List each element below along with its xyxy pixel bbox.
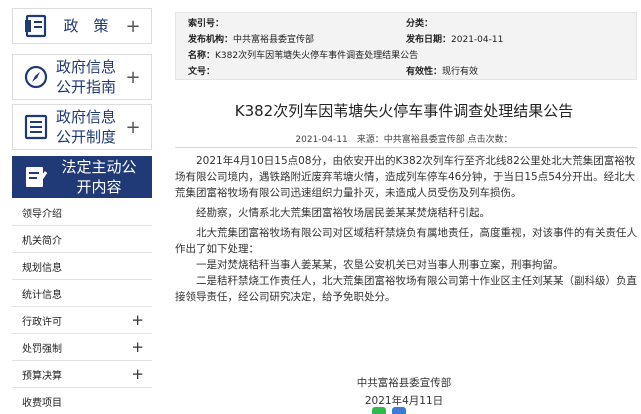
sidebar-subitem-budget[interactable]: 预算决算 + — [12, 361, 152, 388]
sidebar-item-mandatory-disclosure[interactable]: 法定主动公开内容 — [12, 156, 152, 198]
expand-plus-icon[interactable]: + — [131, 311, 144, 329]
expand-plus-icon[interactable]: + — [123, 16, 143, 37]
sidebar-subitem-label: 机关简介 — [22, 235, 62, 247]
article-body: 2021年4月10日15点08分，由依安开出的K382次列车行至齐北线82公里处… — [175, 153, 637, 305]
sidebar-item-system[interactable]: 政府信息公开制度 + — [12, 104, 152, 150]
sidebar-item-guide[interactable]: 政府信息公开指南 + — [12, 54, 152, 100]
sidebar-subitem-label: 统计信息 — [22, 289, 62, 301]
sidebar-subitem-label: 规划信息 — [22, 262, 62, 274]
article-paragraph: 二是秸秆禁烧工作责任人，北大荒集团富裕牧场有限公司第十作业区主任刘某某（副科级）… — [175, 275, 637, 303]
main-content: 索引号： 分类： 发布机构：中共富裕县委宣传部 发布日期：2021-04-11 … — [167, 0, 641, 414]
sidebar: 政 策 + 政府信息公开指南 + 政府信息公开制度 + 法定主动公开内容 领导介… — [0, 0, 160, 414]
doc-no-key: 文号： — [188, 67, 216, 77]
article-paragraph: 一是对焚烧秸秆当事人姜某某，农垦公安机关已对当事人刑事立案，刑事拘留。 — [196, 259, 564, 271]
sidebar-item-policy[interactable]: 政 策 + — [12, 8, 152, 44]
sidebar-subitem-label: 预算决算 — [22, 370, 62, 382]
signature-date: 2021年4月11日 — [364, 395, 444, 407]
sidebar-subitem-org-intro[interactable]: 机关简介 — [12, 226, 152, 253]
sidebar-subitem-statistics[interactable]: 统计信息 — [12, 280, 152, 307]
expand-plus-icon[interactable]: + — [131, 365, 144, 383]
meta-row: 名称：K382次列车因苇塘失火停车事件调查处理结果公告 — [176, 48, 636, 64]
index-no-key: 索引号： — [188, 19, 225, 29]
sidebar-subitem-penalties[interactable]: 处罚强制 + — [12, 334, 152, 361]
name-key: 名称： — [188, 51, 216, 61]
publisher-key: 发布机构： — [188, 35, 234, 45]
signature-org: 中共富裕县委宣传部 — [356, 377, 452, 389]
sidebar-subitem-label: 领导介绍 — [22, 208, 62, 220]
sidebar-item-label: 政府信息公开制度 — [55, 108, 116, 146]
sidebar-subitem-planning[interactable]: 规划信息 — [12, 253, 152, 280]
article-paragraph: 北大荒集团富裕牧场有限公司对区域秸秆禁烧负有属地责任，高度重视，对该事件的有关责… — [175, 227, 637, 255]
expand-plus-icon[interactable]: + — [123, 117, 143, 138]
expand-plus-icon[interactable]: + — [123, 67, 143, 88]
wechat-share-icon[interactable] — [372, 407, 386, 414]
publisher-value: 中共富裕县委宣传部 — [233, 35, 315, 45]
meta-row: 文号： 有效性：现行有效 — [176, 64, 636, 80]
sidebar-item-label: 政府信息公开指南 — [55, 58, 116, 96]
date-value: 2021-04-11 — [451, 35, 504, 45]
article-paragraph: 2021年4月10日15点08分，由依安开出的K382次列车行至齐北线82公里处… — [175, 155, 636, 199]
date-key: 发布日期： — [406, 35, 452, 45]
edit-doc-icon — [23, 164, 49, 190]
sidebar-subitem-label: 收费项目 — [22, 397, 62, 409]
page-title: K382次列车因苇塘失火停车事件调查处理结果公告 — [234, 102, 574, 120]
article-byline: 2021-04-11 来源：中共富裕县委宣传部 点击次数： — [295, 135, 513, 145]
weibo-share-icon[interactable] — [392, 407, 406, 414]
sidebar-subitem-fees[interactable]: 收费项目 — [12, 388, 152, 414]
meta-info-table: 索引号： 分类： 发布机构：中共富裕县委宣传部 发布日期：2021-04-11 … — [175, 12, 637, 80]
name-value: K382次列车因苇塘失火停车事件调查处理结果公告 — [215, 51, 419, 61]
sidebar-subitem-leaders[interactable]: 领导介绍 — [12, 199, 152, 226]
compass-icon — [23, 64, 49, 90]
expand-plus-icon[interactable]: + — [131, 338, 144, 356]
sidebar-subitem-licensing[interactable]: 行政许可 + — [12, 307, 152, 334]
article-paragraph: 经勘察，火情系北大荒集团富裕牧场居民姜某某焚烧秸秆引起。 — [196, 207, 490, 219]
validity-key: 有效性： — [406, 67, 443, 77]
sidebar-subitem-label: 处罚强制 — [22, 343, 62, 355]
validity-value: 现行有效 — [442, 67, 479, 77]
divider — [175, 147, 637, 148]
list-doc-icon — [23, 114, 49, 140]
sidebar-subitem-label: 行政许可 — [22, 316, 62, 328]
share-bar — [372, 407, 406, 414]
sidebar-sub-list: 领导介绍 机关简介 规划信息 统计信息 行政许可 + 处罚强制 + 预算决算 + 收费… — [12, 199, 152, 414]
meta-row: 索引号： 分类： — [176, 16, 636, 32]
meta-row: 发布机构：中共富裕县委宣传部 发布日期：2021-04-11 — [176, 32, 636, 48]
sidebar-item-label: 法定主动公开内容 — [61, 158, 137, 196]
category-key: 分类： — [406, 19, 434, 29]
sidebar-item-label: 政 策 — [63, 17, 109, 35]
document-icon — [23, 13, 49, 39]
